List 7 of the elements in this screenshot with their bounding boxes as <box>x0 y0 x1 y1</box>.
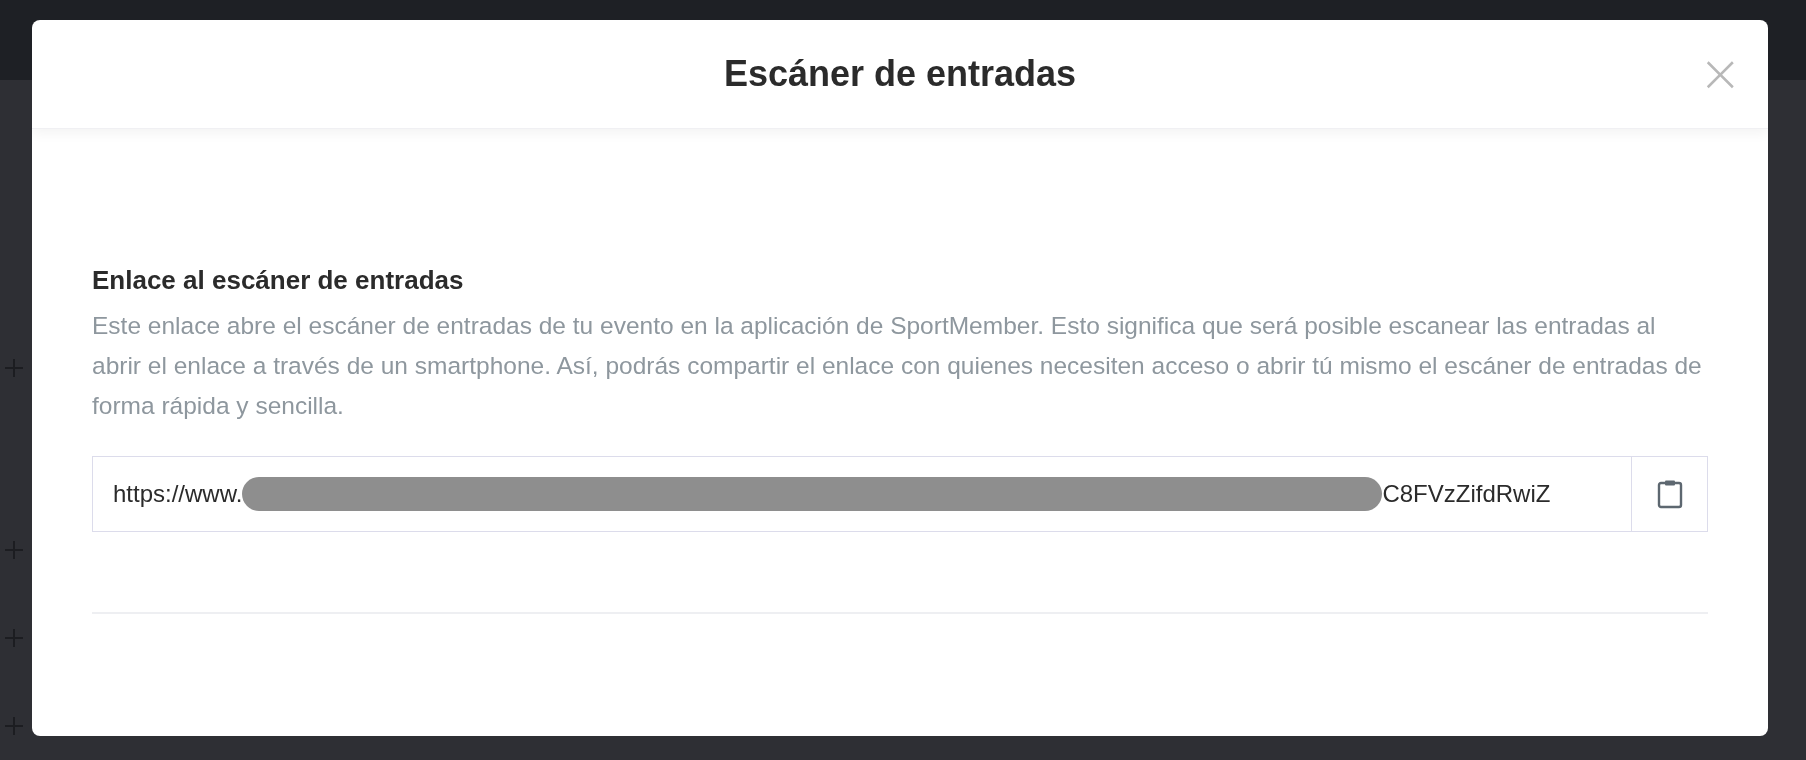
link-text: https://www. <box>113 480 243 508</box>
section-heading: Enlace al escáner de entradas <box>92 265 465 296</box>
link-text: C8FVzZifdRwiZ <box>1382 480 1551 508</box>
dialog-title: Escáner de entradas <box>723 53 1077 95</box>
section-description: Este enlace abre el escáner de entradas de tu evento en la aplicación de SportMember. Esto significa que será posible escanear las entradas al abrir el enlace a través de un smartphone. Así, podrás compartir el enlace con quienes necesiten acceso o abrir tú mismo el escáner de entradas de forma rápida y sencilla. <box>92 311 1703 421</box>
clipboard-icon <box>1656 479 1683 509</box>
link-field[interactable]: https://www. C8FVzZifdRwiZ <box>92 456 1708 532</box>
